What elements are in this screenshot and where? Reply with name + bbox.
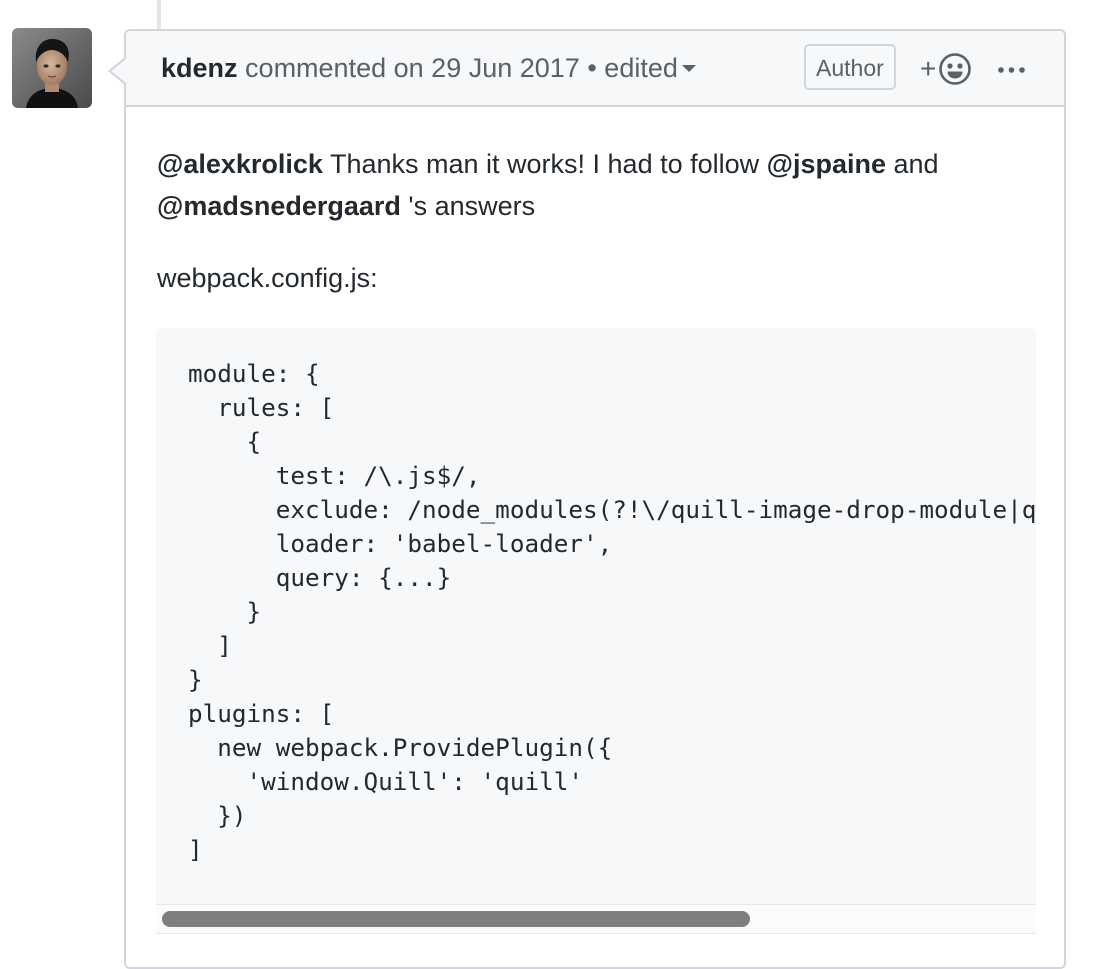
author-badge: Author	[804, 44, 896, 90]
smiley-icon	[939, 53, 972, 85]
comment-caret-fill	[111, 59, 126, 83]
comment-date-link[interactable]: 29 Jun 2017	[431, 53, 580, 83]
timeline-line	[157, 0, 161, 30]
edited-label: edited	[604, 53, 678, 83]
config-filename-text: webpack.config.js:	[157, 263, 378, 293]
header-separator: •	[587, 53, 597, 83]
avatar-photo-icon	[12, 28, 92, 108]
comment-text: 's answers	[400, 191, 536, 221]
mention-madsnedergaard[interactable]: @madsnedergaard	[157, 191, 401, 221]
kebab-horizontal-icon	[998, 67, 1025, 73]
chevron-down-icon	[681, 64, 696, 72]
reaction-plus: +	[920, 53, 937, 84]
mention-alexkrolick[interactable]: @alexkrolick	[157, 149, 323, 179]
mention-jspaine[interactable]: @jspaine	[767, 149, 886, 179]
comment-card: kdenz commented on 29 Jun 2017 • edited …	[108, 29, 1066, 969]
scrollbar-thumb[interactable]	[162, 911, 750, 927]
author-link[interactable]: kdenz	[161, 53, 238, 83]
comment-text: and	[886, 149, 939, 179]
edited-dropdown[interactable]: edited	[604, 53, 696, 83]
comment-header: kdenz commented on 29 Jun 2017 • edited …	[126, 31, 1064, 107]
comment-action: commented on	[245, 53, 424, 83]
comment-paragraph: @alexkrolick Thanks man it works! I had …	[157, 143, 1037, 227]
avatar[interactable]	[12, 28, 92, 108]
code-horizontal-scrollbar[interactable]	[156, 904, 1036, 934]
comment-body: @alexkrolick Thanks man it works! I had …	[157, 143, 1037, 227]
code-block: module: { rules: [ { test: /\.js$/, excl…	[156, 328, 1036, 932]
code-content: module: { rules: [ { test: /\.js$/, excl…	[188, 359, 1036, 864]
comment-header-text: kdenz commented on 29 Jun 2017 • edited	[161, 53, 696, 84]
more-options-button[interactable]	[996, 53, 1028, 83]
add-reaction-button[interactable]: +	[920, 51, 972, 87]
comment-text: Thanks man it works! I had to follow	[322, 149, 767, 179]
